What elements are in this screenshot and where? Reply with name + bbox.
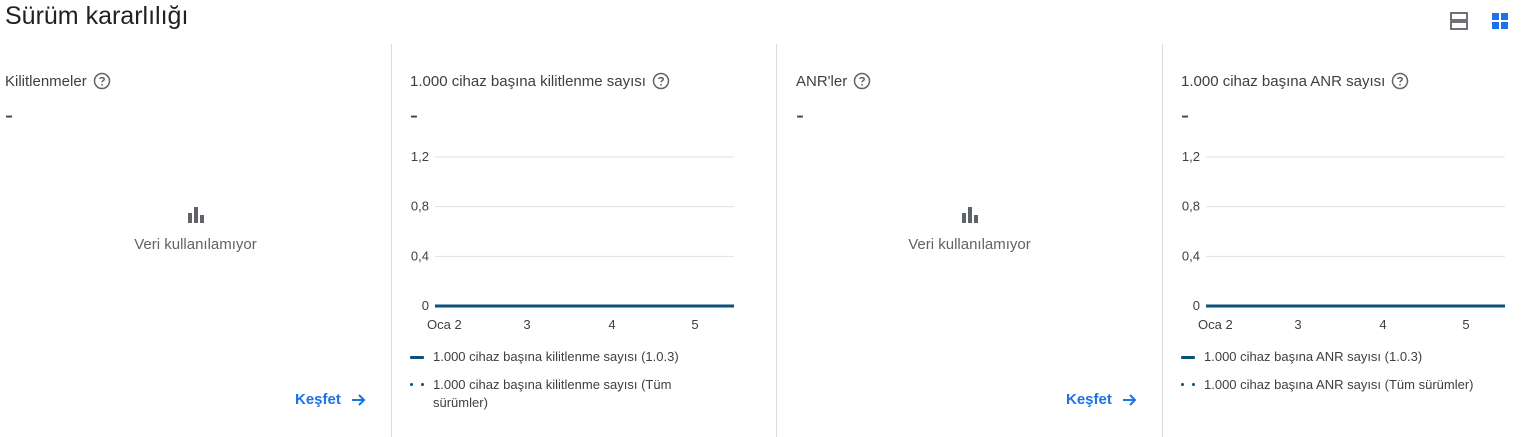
y-tick-label: 0 — [1193, 298, 1200, 313]
crash-rate-chart: 1,2 0,8 0,4 0 Oca 2 3 4 5 — [411, 149, 734, 332]
grid-view-button[interactable] — [1489, 10, 1511, 32]
bar-chart-icon — [187, 207, 204, 223]
dotted-line-swatch — [410, 383, 424, 386]
explore-label: Keşfet — [295, 391, 341, 408]
x-tick-label: 5 — [1462, 317, 1469, 332]
dotted-line-swatch — [1181, 383, 1195, 386]
anrs-card: ANR'ler - Veri kullanılamıyor Keşfet — [777, 44, 1162, 437]
crashes-card: Kilitlenmeler - Veri kullanılamıyor Keşf… — [0, 44, 391, 437]
explore-label: Keşfet — [1066, 391, 1112, 408]
solid-line-swatch — [1181, 356, 1195, 359]
y-tick-label: 1,2 — [1182, 149, 1200, 164]
help-icon[interactable] — [1391, 72, 1409, 90]
explore-link[interactable]: Keşfet — [295, 391, 367, 408]
grid-view-icon — [1492, 13, 1508, 29]
empty-state: Veri kullanılamıyor — [0, 204, 391, 253]
help-icon[interactable] — [93, 72, 111, 90]
y-tick-label: 0,8 — [411, 199, 429, 214]
metric-value: - — [410, 102, 418, 129]
y-tick-label: 0,4 — [411, 248, 429, 263]
metric-value: - — [5, 102, 13, 129]
x-tick-label: 3 — [1294, 317, 1301, 332]
bar-chart-icon — [961, 207, 978, 223]
x-tick-label: Oca 2 — [427, 317, 462, 332]
card-title: ANR'ler — [796, 72, 848, 90]
legend-label: 1.000 cihaz başına ANR sayısı (Tüm sürüm… — [1204, 377, 1474, 392]
arrow-right-icon — [351, 393, 366, 406]
help-icon[interactable] — [853, 72, 871, 90]
metric-value: - — [1181, 102, 1189, 129]
help-icon[interactable] — [652, 72, 670, 90]
legend-label: 1.000 cihaz başına kilitlenme sayısı (Tü… — [433, 377, 672, 410]
page-title: Sürüm kararlılığı — [5, 2, 189, 30]
list-view-button[interactable] — [1448, 10, 1470, 32]
x-tick-label: 4 — [608, 317, 615, 332]
chart-legend: 1.000 cihaz başına kilitlenme sayısı (1.… — [410, 348, 750, 422]
arrow-right-icon — [1122, 393, 1137, 406]
list-view-icon — [1450, 12, 1468, 30]
crash-rate-card: 1.000 cihaz başına kilitlenme sayısı - 1… — [392, 44, 776, 437]
legend-item[interactable]: 1.000 cihaz başına ANR sayısı (1.0.3) — [1181, 348, 1526, 366]
y-tick-label: 0 — [422, 298, 429, 313]
y-tick-label: 0,8 — [1182, 199, 1200, 214]
empty-state: Veri kullanılamıyor — [777, 204, 1162, 253]
empty-state-text: Veri kullanılamıyor — [134, 236, 257, 253]
x-tick-label: Oca 2 — [1198, 317, 1233, 332]
card-title: 1.000 cihaz başına ANR sayısı — [1181, 72, 1386, 90]
anr-rate-chart: 1,2 0,8 0,4 0 Oca 2 3 4 5 — [1182, 149, 1505, 332]
card-title-row: 1.000 cihaz başına kilitlenme sayısı — [410, 72, 670, 90]
card-title: 1.000 cihaz başına kilitlenme sayısı — [410, 72, 646, 90]
legend-label: 1.000 cihaz başına ANR sayısı (1.0.3) — [1204, 349, 1423, 364]
empty-state-text: Veri kullanılamıyor — [908, 236, 1031, 253]
solid-line-swatch — [410, 356, 424, 359]
x-tick-label: 5 — [691, 317, 698, 332]
x-tick-label: 3 — [523, 317, 530, 332]
legend-label: 1.000 cihaz başına kilitlenme sayısı (1.… — [433, 349, 679, 364]
x-tick-label: 4 — [1379, 317, 1386, 332]
card-title-row: ANR'ler — [796, 72, 871, 90]
legend-item[interactable]: 1.000 cihaz başına kilitlenme sayısı (Tü… — [410, 376, 750, 412]
card-title: Kilitlenmeler — [5, 72, 87, 90]
y-tick-label: 1,2 — [411, 149, 429, 164]
card-title-row: 1.000 cihaz başına ANR sayısı — [1181, 72, 1409, 90]
metric-value: - — [796, 102, 804, 129]
legend-item[interactable]: 1.000 cihaz başına ANR sayısı (Tüm sürüm… — [1181, 376, 1526, 394]
chart-legend: 1.000 cihaz başına ANR sayısı (1.0.3) 1.… — [1181, 348, 1526, 404]
anr-rate-card: 1.000 cihaz başına ANR sayısı - 1,2 0,8 0,… — [1163, 44, 1532, 437]
y-tick-label: 0,4 — [1182, 248, 1200, 263]
legend-item[interactable]: 1.000 cihaz başına kilitlenme sayısı (1.… — [410, 348, 750, 366]
explore-link[interactable]: Keşfet — [1066, 391, 1138, 408]
card-title-row: Kilitlenmeler — [5, 72, 111, 90]
